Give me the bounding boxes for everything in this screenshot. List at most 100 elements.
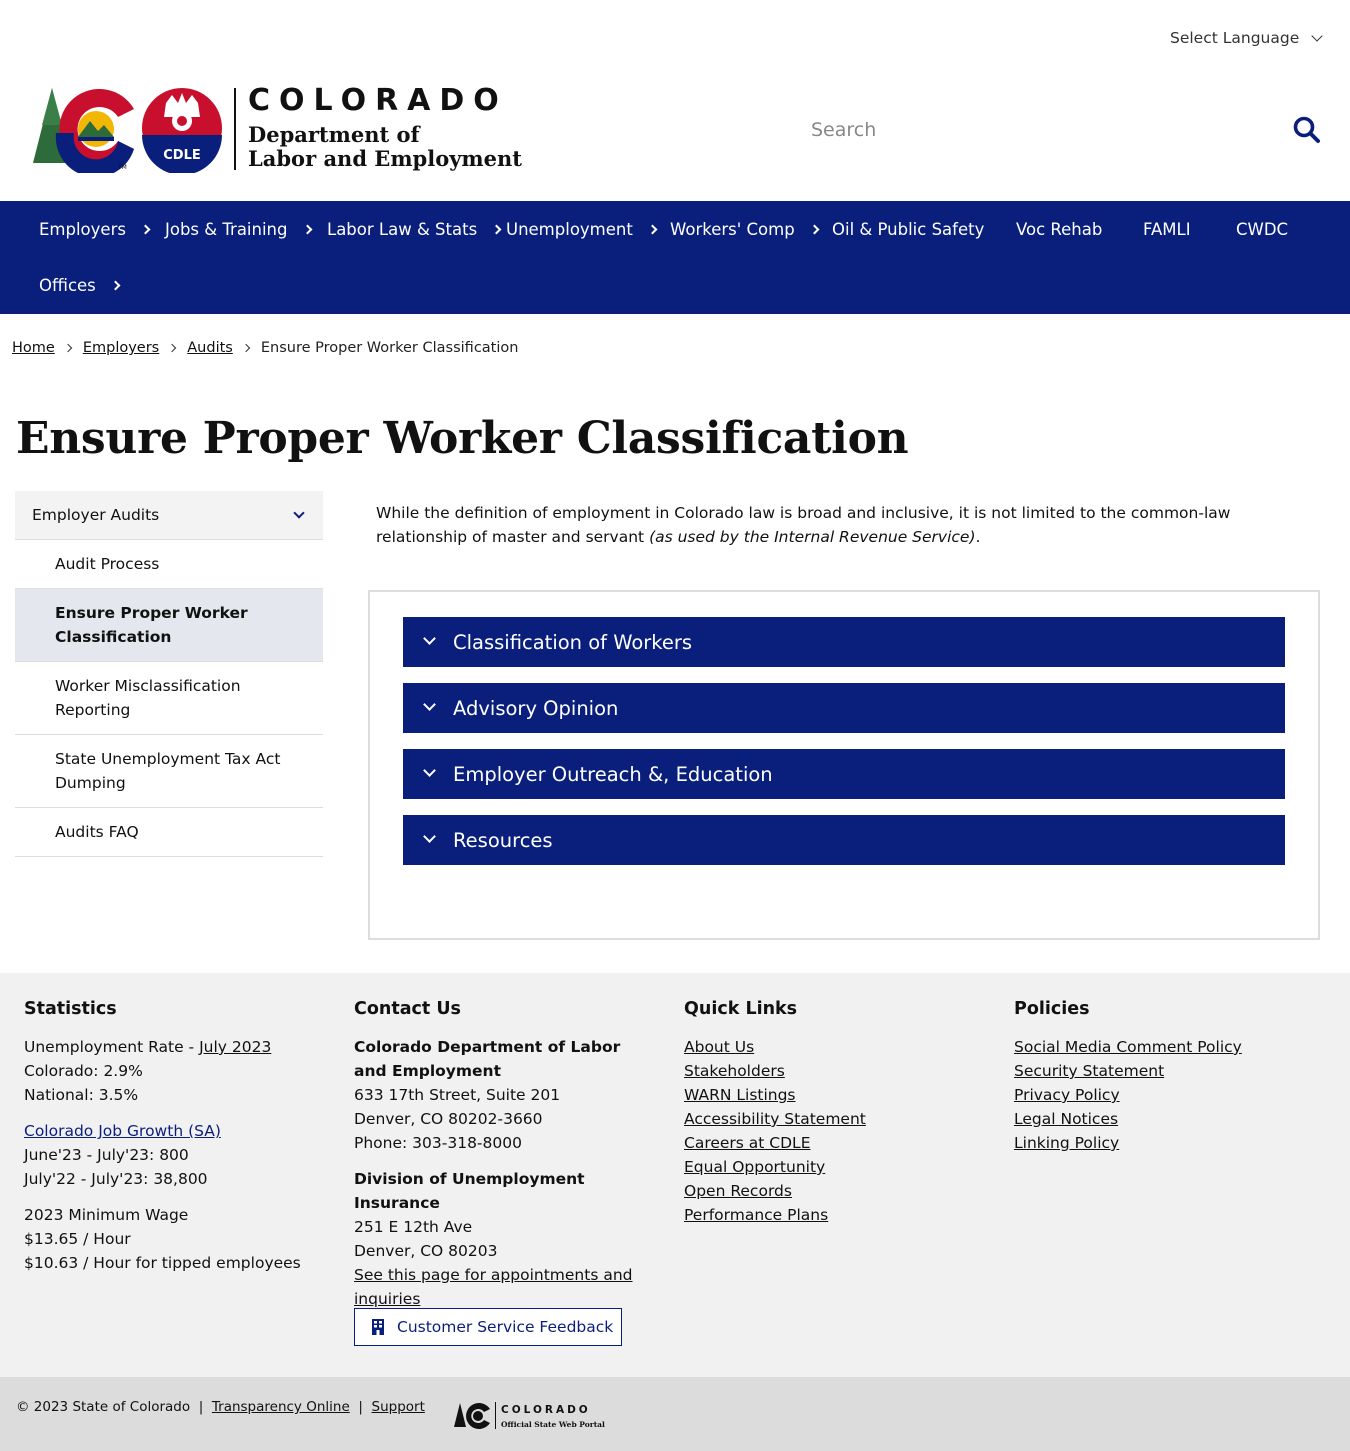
- nav-label[interactable]: Voc Rehab: [1016, 220, 1102, 239]
- logo-state-word: COLORADO: [248, 83, 508, 118]
- nav-item-unemployment[interactable]: Unemployment: [506, 201, 658, 257]
- nav-label[interactable]: Employers: [39, 220, 126, 239]
- policy-link-linking[interactable]: Linking Policy: [1014, 1131, 1314, 1155]
- footer-heading-policies: Policies: [1014, 999, 1090, 1019]
- contact-org-name: Colorado Department of Labor and Employm…: [354, 1038, 621, 1080]
- colorado-portal-logo[interactable]: COLORADO Official State Web Portal: [454, 1401, 605, 1431]
- nav-item-voc-rehab[interactable]: Voc Rehab: [1016, 201, 1102, 257]
- sidebar-item-suta-dumping[interactable]: State Unemployment Tax Act Dumping: [15, 735, 323, 808]
- intro-end: .: [975, 528, 981, 546]
- nav-label[interactable]: Oil & Public Safety: [832, 220, 984, 239]
- min-wage-tipped: $10.63 / Hour for tipped employees: [24, 1254, 301, 1272]
- nav-label[interactable]: CWDC: [1236, 220, 1288, 239]
- footer-policies: Policies Social Media Comment Policy Sec…: [1014, 997, 1314, 1155]
- nav-item-oil-public-safety[interactable]: Oil & Public Safety: [832, 201, 984, 257]
- sidebar-nav: Employer Audits Audit Process Ensure Pro…: [15, 491, 323, 857]
- support-link[interactable]: Support: [372, 1399, 425, 1415]
- copyright-text: © 2023 State of Colorado: [16, 1399, 191, 1415]
- sidebar-item-audit-process[interactable]: Audit Process: [15, 540, 323, 589]
- page-title: Ensure Proper Worker Classification: [16, 413, 909, 464]
- quick-link-stakeholders[interactable]: Stakeholders: [684, 1059, 984, 1083]
- search-input[interactable]: [790, 108, 1270, 152]
- accordion-container: Classification of Workers Advisory Opini…: [368, 590, 1320, 940]
- breadcrumb-employers[interactable]: Employers: [83, 340, 159, 356]
- quick-link-accessibility[interactable]: Accessibility Statement: [684, 1107, 984, 1131]
- chevron-down-icon: [423, 632, 436, 645]
- job-growth-yearly: July'22 - July'23: 38,800: [24, 1170, 208, 1188]
- quick-link-careers[interactable]: Careers at CDLE: [684, 1131, 984, 1155]
- nav-item-workers-comp[interactable]: Workers' Comp: [670, 201, 820, 257]
- nav-label[interactable]: FAMLI: [1143, 220, 1191, 239]
- nav-label[interactable]: Unemployment: [506, 220, 633, 239]
- division-address-line2: Denver, CO 80203: [354, 1242, 498, 1260]
- accordion-label[interactable]: Classification of Workers: [453, 631, 692, 654]
- quick-link-about-us[interactable]: About Us: [684, 1035, 984, 1059]
- chevron-right-icon: [647, 224, 658, 234]
- breadcrumb-audits[interactable]: Audits: [187, 340, 233, 356]
- sidebar-item-audits-faq[interactable]: Audits FAQ: [15, 808, 323, 857]
- nav-item-employers[interactable]: Employers: [39, 201, 151, 257]
- separator: |: [198, 1399, 204, 1415]
- quick-link-open-records[interactable]: Open Records: [684, 1179, 984, 1203]
- policy-link-legal-notices[interactable]: Legal Notices: [1014, 1107, 1314, 1131]
- nav-item-offices[interactable]: Offices: [39, 257, 121, 313]
- job-growth-link[interactable]: Colorado Job Growth (SA): [24, 1119, 334, 1143]
- quick-link-performance-plans[interactable]: Performance Plans: [684, 1203, 984, 1227]
- national-rate: National: 3.5%: [24, 1086, 139, 1104]
- policy-link-social-media[interactable]: Social Media Comment Policy: [1014, 1035, 1314, 1059]
- policy-link-privacy[interactable]: Privacy Policy: [1014, 1083, 1314, 1107]
- appointments-link[interactable]: See this page for appointments and inqui…: [354, 1263, 644, 1311]
- unemployment-rate-link[interactable]: July 2023: [199, 1038, 271, 1056]
- search-icon[interactable]: [1292, 115, 1322, 145]
- site-header: Select Language TM CDLE COLORADO Departm…: [0, 0, 1350, 201]
- chevron-right-icon: [110, 280, 121, 290]
- nav-label[interactable]: Jobs & Training: [165, 220, 288, 239]
- building-icon: [372, 1319, 384, 1335]
- unemployment-rate-label: Unemployment Rate -: [24, 1038, 200, 1056]
- chevron-right-icon: [241, 343, 251, 353]
- nav-label[interactable]: Labor Law & Stats: [327, 220, 477, 239]
- accordion-label[interactable]: Advisory Opinion: [453, 697, 618, 720]
- chevron-down-icon[interactable]: [293, 507, 305, 519]
- feedback-button-label[interactable]: Customer Service Feedback: [397, 1318, 613, 1336]
- footer-heading-statistics: Statistics: [24, 999, 117, 1019]
- nav-label[interactable]: Workers' Comp: [670, 220, 795, 239]
- quick-link-equal-opportunity[interactable]: Equal Opportunity: [684, 1155, 984, 1179]
- language-selector[interactable]: Select Language: [1170, 29, 1323, 47]
- unemployment-rate-line: Unemployment Rate - July 2023: [24, 1035, 334, 1059]
- site-footer: Statistics Unemployment Rate - July 2023…: [0, 973, 1350, 1377]
- accordion-label[interactable]: Employer Outreach &, Education: [453, 763, 773, 786]
- sidebar-item-ensure-proper-worker-classification[interactable]: Ensure Proper Worker Classification: [15, 589, 323, 662]
- sidebar-heading-employer-audits[interactable]: Employer Audits: [15, 491, 323, 540]
- portal-subtitle: Official State Web Portal: [501, 1420, 605, 1429]
- logo-department-name: Department of Labor and Employment: [248, 123, 522, 171]
- quick-link-warn-listings[interactable]: WARN Listings: [684, 1083, 984, 1107]
- nav-item-labor-law-stats[interactable]: Labor Law & Stats: [327, 201, 502, 257]
- sidebar-item-worker-misclassification-reporting[interactable]: Worker Misclassification Reporting: [15, 662, 323, 735]
- cdle-logo[interactable]: TM CDLE COLORADO Department of Labor and…: [30, 83, 522, 173]
- policy-link-security[interactable]: Security Statement: [1014, 1059, 1314, 1083]
- nav-item-jobs-training[interactable]: Jobs & Training: [165, 201, 312, 257]
- colorado-c-logo-icon: [454, 1403, 490, 1429]
- min-wage-title: 2023 Minimum Wage: [24, 1206, 189, 1224]
- chevron-right-icon: [302, 224, 312, 234]
- customer-service-feedback-button[interactable]: Customer Service Feedback: [354, 1308, 622, 1346]
- accordion-resources[interactable]: Resources: [403, 815, 1285, 865]
- breadcrumb-home[interactable]: Home: [12, 340, 55, 356]
- separator: |: [358, 1399, 363, 1415]
- transparency-online-link[interactable]: Transparency Online: [212, 1399, 350, 1415]
- chevron-right-icon: [491, 224, 502, 234]
- accordion-label[interactable]: Resources: [453, 829, 553, 852]
- accordion-classification-of-workers[interactable]: Classification of Workers: [403, 617, 1285, 667]
- language-label[interactable]: Select Language: [1170, 29, 1299, 47]
- chevron-down-icon: [423, 698, 436, 711]
- nav-item-famli[interactable]: FAMLI: [1143, 201, 1191, 257]
- accordion-employer-outreach-education[interactable]: Employer Outreach &, Education: [403, 749, 1285, 799]
- sidebar-heading-label[interactable]: Employer Audits: [32, 506, 159, 524]
- nav-item-cwdc[interactable]: CWDC: [1236, 201, 1288, 257]
- min-wage-standard: $13.65 / Hour: [24, 1230, 131, 1248]
- accordion-advisory-opinion[interactable]: Advisory Opinion: [403, 683, 1285, 733]
- nav-label[interactable]: Offices: [39, 276, 96, 295]
- intro-paragraph: While the definition of employment in Co…: [376, 501, 1326, 549]
